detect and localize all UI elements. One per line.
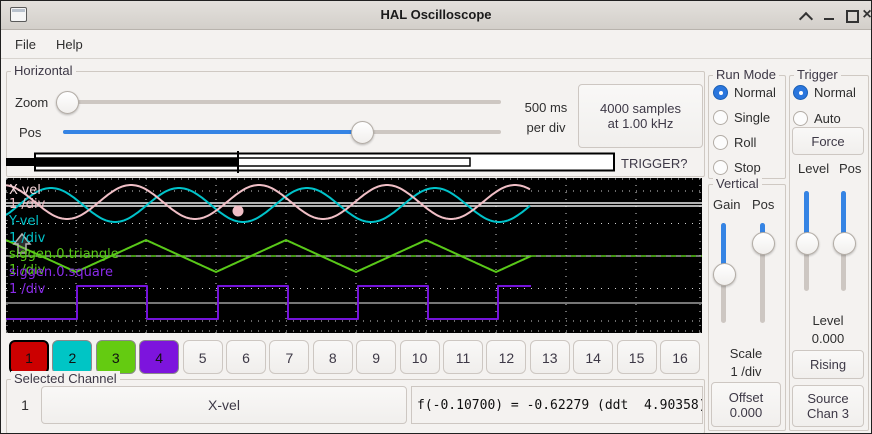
channel-source-button[interactable]: X-vel [41, 386, 407, 424]
menu-bar: File Help [1, 30, 871, 59]
trace-X-vel [6, 185, 530, 219]
displayed-portion-bar [6, 158, 238, 166]
radio-icon[interactable] [713, 110, 728, 125]
radio-icon[interactable] [713, 85, 728, 100]
time-per-div-value: 500 ms [516, 100, 576, 115]
scale-caption: Scale [708, 346, 784, 361]
channel-value-readout: f(-0.10700) = -0.62279 (ddt 4.90358) [411, 386, 703, 424]
channel-button-4[interactable]: 4 [139, 340, 179, 374]
trigger-question-label: TRIGGER? [621, 156, 687, 171]
trigger-level-slider-handle[interactable] [796, 232, 819, 255]
gain-slider-handle[interactable] [713, 263, 736, 286]
gain-slider-label: Gain [713, 197, 740, 212]
trigger-pos-col-label: Pos [839, 161, 861, 176]
menu-help[interactable]: Help [50, 35, 89, 54]
horizontal-panel-label: Horizontal [11, 63, 76, 78]
radio-icon[interactable] [793, 111, 808, 126]
record-rate: at 1.00 kHz [585, 116, 696, 131]
offset-caption: Offset [718, 390, 774, 405]
close-button[interactable]: × [857, 5, 872, 25]
scope-channel-label: siggen.0.square [9, 265, 113, 280]
trigger-edge-button[interactable]: Rising [792, 350, 864, 379]
radio-label: Roll [734, 135, 756, 150]
run-mode-label: Run Mode [713, 67, 779, 82]
radio-icon[interactable] [713, 160, 728, 175]
radio-label: Normal [734, 85, 776, 100]
zoom-slider-track[interactable] [57, 100, 501, 104]
channel-button-8[interactable]: 8 [313, 340, 353, 374]
trigger-force-button[interactable]: Force [792, 127, 864, 155]
channel-button-5[interactable]: 5 [183, 340, 223, 374]
radio-single[interactable]: Single [713, 109, 783, 127]
minimize-button[interactable] [819, 5, 839, 25]
radio-stop[interactable]: Stop [713, 159, 783, 177]
shade-button[interactable] [795, 5, 815, 25]
radio-normal[interactable]: Normal [713, 84, 783, 102]
hal-oscilloscope-window: HAL Oscilloscope × File Help Horizontal … [0, 0, 872, 434]
radio-label: Single [734, 110, 770, 125]
channel-button-2[interactable]: 2 [52, 340, 92, 374]
vpos-slider-label: Pos [752, 197, 774, 212]
trace-Y-vel [6, 188, 530, 222]
trigger-level-caption: Level [789, 313, 867, 328]
channel-button-14[interactable]: 14 [573, 340, 613, 374]
trigger-level-col-label: Level [798, 161, 829, 176]
trigger-source-button[interactable]: Source Chan 3 [792, 385, 864, 427]
offset-value: 0.000 [718, 405, 774, 420]
scope-display[interactable]: X-vel1 /divY-vel1 /divsiggen.0.triangle1… [6, 178, 702, 333]
radio-normal[interactable]: Normal [793, 84, 863, 102]
channel-button-11[interactable]: 11 [443, 340, 483, 374]
zoom-slider-handle[interactable] [56, 91, 79, 114]
vertical-label: Vertical [713, 176, 762, 191]
radio-label: Normal [814, 85, 856, 100]
pos-slider-fill [63, 130, 354, 134]
channel-button-12[interactable]: 12 [486, 340, 526, 374]
channel-button-16[interactable]: 16 [660, 340, 700, 374]
scope-channel-label: X-vel [9, 183, 41, 198]
scope-channel-label: Y-vel [8, 214, 39, 229]
scope-channel-label: 1 /div [9, 197, 46, 212]
channel-button-6[interactable]: 6 [226, 340, 266, 374]
radio-label: Auto [814, 111, 841, 126]
channel-button-9[interactable]: 9 [356, 340, 396, 374]
radio-auto[interactable]: Auto [793, 110, 863, 128]
trigger-point-marker [233, 206, 244, 217]
channel-button-3[interactable]: 3 [96, 340, 136, 374]
record-settings-button[interactable]: 4000 samples at 1.00 kHz [578, 84, 703, 148]
radio-icon[interactable] [793, 85, 808, 100]
channel-button-10[interactable]: 10 [400, 340, 440, 374]
trigger-label: Trigger [794, 67, 841, 82]
menu-file[interactable]: File [9, 35, 42, 54]
trigger-source-caption: Source [799, 391, 857, 406]
selected-channel-label: Selected Channel [11, 371, 120, 386]
trigger-pos-slider-handle[interactable] [833, 232, 856, 255]
pos-slider-label: Pos [19, 125, 41, 140]
channel-button-7[interactable]: 7 [269, 340, 309, 374]
chevron-up-icon [799, 12, 813, 26]
title-bar: HAL Oscilloscope × [1, 1, 871, 30]
channel-button-13[interactable]: 13 [530, 340, 570, 374]
pos-slider-handle[interactable] [351, 121, 374, 144]
channel-button-1[interactable]: 1 [9, 340, 49, 374]
minimize-icon [824, 18, 834, 20]
window-title: HAL Oscilloscope [1, 7, 871, 22]
selected-channel-number: 1 [13, 397, 37, 413]
time-per-div-caption: per div [516, 120, 576, 135]
scope-channel-label: siggen.0.triangle [9, 247, 119, 262]
channel-button-row: 12345678910111213141516 [1, 340, 706, 374]
scope-channel-label: 1 /div [9, 282, 46, 297]
trigger-source-value: Chan 3 [799, 406, 857, 421]
radio-label: Stop [734, 160, 761, 175]
vpos-slider-handle[interactable] [752, 232, 775, 255]
record-samples: 4000 samples [585, 101, 696, 116]
offset-button[interactable]: Offset 0.000 [711, 382, 781, 427]
scale-value: 1 /div [708, 364, 784, 379]
record-position-indicator [6, 149, 622, 175]
trigger-level-value: 0.000 [789, 331, 867, 346]
scope-channel-label: 1 /div [9, 231, 46, 246]
radio-roll[interactable]: Roll [713, 134, 783, 152]
zoom-slider-label: Zoom [15, 95, 48, 110]
radio-icon[interactable] [713, 135, 728, 150]
channel-button-15[interactable]: 15 [617, 340, 657, 374]
